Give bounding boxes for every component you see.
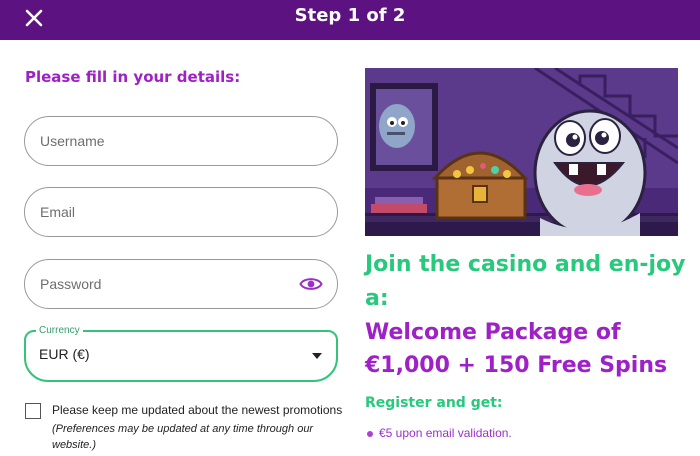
welcome-package-title: Welcome Package of €1,000 + 150 Free Spi…	[365, 320, 668, 378]
currency-label: Currency	[36, 324, 83, 338]
bonus-bullet: €5 upon email validation.	[379, 426, 512, 440]
promotions-checkbox[interactable]	[25, 403, 41, 419]
eye-icon	[299, 278, 323, 290]
currency-value: EUR (€)	[39, 346, 90, 362]
username-input[interactable]	[40, 117, 290, 165]
email-field[interactable]	[24, 187, 338, 237]
bullet-icon	[367, 431, 373, 437]
promo-headline: Join the casino and en-joy a:	[365, 252, 686, 311]
password-input[interactable]	[40, 260, 290, 308]
preferences-note: (Preferences may be updated at any time …	[52, 423, 314, 451]
username-field[interactable]	[24, 116, 338, 166]
password-field[interactable]	[24, 259, 338, 309]
form-title: Please fill in your details:	[25, 68, 241, 86]
promo-illustration	[365, 68, 678, 236]
register-subtitle: Register and get:	[365, 395, 503, 411]
currency-select[interactable]: Currency EUR (€)	[24, 324, 338, 382]
header-bar: Step 1 of 2	[0, 0, 700, 40]
chevron-down-icon[interactable]	[312, 353, 322, 359]
show-password-toggle[interactable]	[299, 274, 323, 294]
step-title: Step 1 of 2	[294, 5, 406, 26]
email-input[interactable]	[40, 188, 290, 236]
promotions-consent-label: Please keep me updated about the newest …	[52, 403, 343, 417]
